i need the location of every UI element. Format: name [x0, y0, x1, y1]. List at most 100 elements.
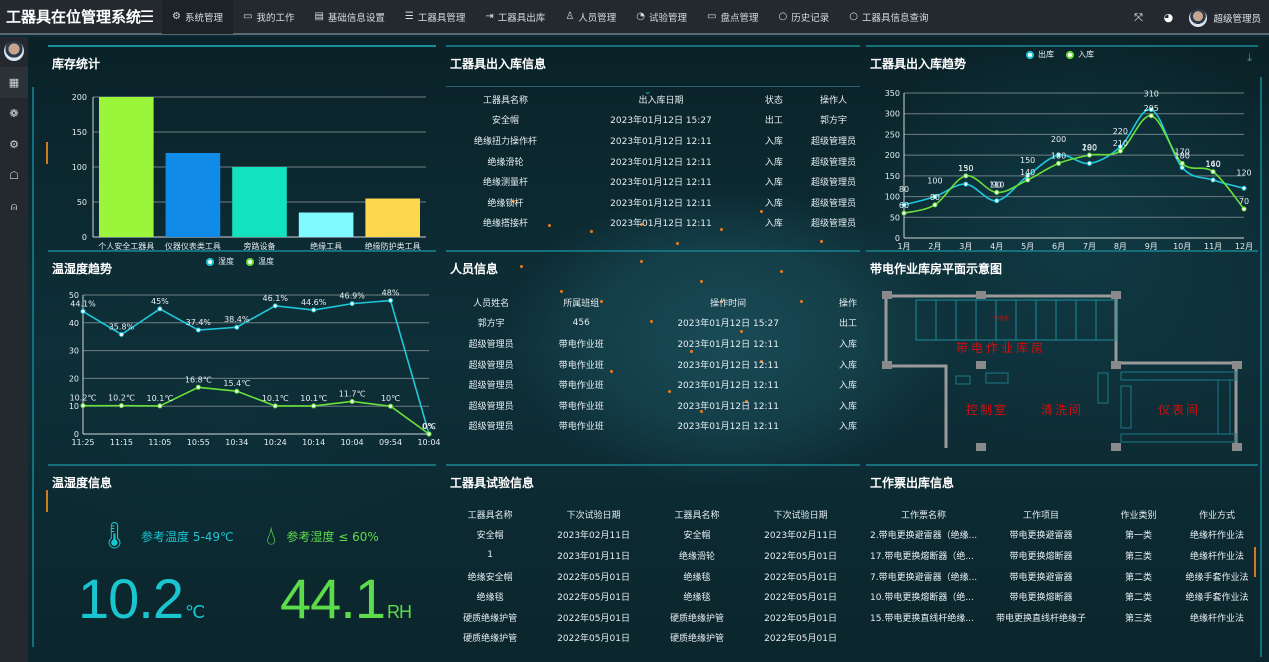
table-row[interactable]: 7.带电更换避雷器（绝缘... 带电更换避雷器 第二类 绝缘手套作业法 — [866, 566, 1258, 587]
user-name: 超级管理员 — [1213, 13, 1261, 25]
data-point — [994, 198, 1000, 204]
user-menu[interactable]: 超级管理员 — [1183, 8, 1269, 27]
column-header: 工器具名称 — [467, 510, 513, 521]
table-cell: 2023年01月11日 — [557, 551, 630, 562]
nav-label: 人员管理 — [578, 12, 617, 24]
user-card-icon[interactable]: ⍝ — [0, 191, 28, 222]
data-label: 10.1℃ — [146, 394, 173, 403]
table-row[interactable]: 超级管理员 带电作业班 2023年01月12日 12:11 入库 — [446, 374, 866, 395]
cabinet-slot — [955, 299, 977, 341]
nav-item-9[interactable]: ○ 工器具信息查询 — [839, 0, 938, 34]
series-line-温度 — [83, 386, 430, 435]
data-point — [349, 398, 355, 404]
nav-label: 工器具信息查询 — [862, 12, 929, 24]
data-point — [1210, 169, 1216, 175]
io-table: 工器具名称 出入库日期 状态 操作人 安全帽 2023年01月12日 15:27 出工 郭方宇… — [446, 89, 876, 233]
humidity-trend-panel: 温湿度趋势 湿度 温度 0 10 20 30 40 50 11:25 11:15 11:05 10:… — [48, 250, 441, 450]
table-row[interactable]: 绝缘搭接杆 2023年01月12日 12:11 入库 超级管理员 — [446, 213, 876, 234]
nav-item-3[interactable]: ☰ 工器具管理 — [395, 0, 475, 34]
table-cell: 7.带电更换避雷器（绝缘... — [870, 572, 978, 583]
data-label: 180 — [1051, 151, 1066, 160]
bar — [298, 212, 354, 237]
data-label: 48% — [382, 289, 400, 298]
table-row[interactable]: 硬质绝缘护管 2022年05月01日 硬质绝缘护管 2022年05月01日 — [446, 607, 860, 628]
hamburger-icon[interactable]: ☰ — [132, 7, 162, 26]
nav-item-6[interactable]: ◔ 试验管理 — [626, 0, 697, 34]
data-point — [234, 388, 240, 394]
gear-icon[interactable]: ⚙ — [0, 129, 28, 160]
table-row[interactable]: 超级管理员 带电作业班 2023年01月12日 12:11 入库 — [446, 395, 866, 416]
data-point — [1086, 152, 1092, 158]
table-row[interactable]: 郭方宇 456 2023年01月12日 15:27 出工 — [446, 313, 866, 334]
table-cell: 10.带电更换熔断器（绝... — [870, 593, 974, 604]
table-row[interactable]: 超级管理员 带电作业班 2023年01月12日 12:11 入库 — [446, 416, 866, 437]
sidebar-avatar[interactable] — [4, 41, 24, 61]
table-cell: 第一类 — [1124, 531, 1152, 542]
nav-item-7[interactable]: ▭ 盘点管理 — [697, 0, 768, 34]
table-cell: 安全帽 — [476, 531, 504, 542]
table-cell: 绝缘扭力操作杆 — [474, 136, 538, 147]
table-row[interactable]: 绝缘测量杆 2023年01月12日 12:11 入库 超级管理员 — [446, 171, 876, 192]
humidity-unit: RH — [387, 602, 412, 622]
data-label: 38.4% — [224, 315, 250, 324]
table-row[interactable]: 安全帽 2023年01月12日 15:27 出工 郭方宇 — [446, 110, 876, 131]
nav-item-5[interactable]: ♙ 人员管理 — [555, 0, 626, 34]
fullscreen-icon[interactable]: ⤧ — [1123, 11, 1153, 25]
data-label: 295 — [1144, 104, 1159, 113]
table-cell: 超级管理员 — [468, 401, 514, 412]
table-row[interactable]: 绝缘安全帽 2022年05月01日 绝缘毯 2022年05月01日 — [446, 566, 860, 587]
table-cell: 2022年05月01日 — [557, 572, 630, 583]
table-cell: 入库 — [764, 219, 783, 230]
floorplan: 智能柜 带电作业库房 控制室 清洗间 仪表间 — [882, 291, 1242, 451]
table-row[interactable]: 绝缘毯 2022年05月01日 绝缘毯 2022年05月01日 — [446, 586, 860, 607]
panel-title: 工器具出入库信息 — [450, 57, 547, 71]
data-point — [349, 301, 355, 307]
dashboard: 库存统计 0 50 100 150 200 个人安全工器具 仪器仪表类工具 旁路设备 绝缘工具绝… — [28, 37, 1269, 662]
table-row[interactable]: 绝缘扭力操作杆 2023年01月12日 12:11 入库 超级管理员 — [446, 130, 876, 151]
y-tick-label: 40 — [69, 319, 79, 328]
nav-label: 历史记录 — [791, 12, 830, 24]
table-row[interactable]: 10.带电更换熔断器（绝... 带电更换熔断器 第二类 绝缘手套作业法 — [866, 586, 1258, 607]
table-row[interactable]: 硬质绝缘护管 2022年05月01日 硬质绝缘护管 2022年05月01日 — [446, 628, 860, 649]
column-header: 操作 — [838, 298, 857, 309]
table-row[interactable]: 绝缘滑轮 2023年01月12日 12:11 入库 超级管理员 — [446, 151, 876, 172]
table-row[interactable]: 17.带电更换熔断器（绝... 带电更换熔断器 第三类 绝缘杆作业法 — [866, 545, 1258, 566]
main-nav: ⚙ 系统管理 ▭ 我的工作 ▤ 基础信息设置 ☰ 工器具管理 ⇥ 工器具出库 ♙ 人员管理 ◔ 试验管理 ▭… — [162, 0, 939, 34]
table-cell: 绝缘杆作业法 — [1189, 531, 1244, 542]
data-point — [118, 403, 124, 409]
table-cell: 2023年01月12日 12:11 — [610, 178, 712, 189]
table-row[interactable]: 1 2023年01月11日 绝缘滑轮 2022年05月01日 — [446, 545, 860, 566]
data-label: 150 — [1020, 156, 1035, 165]
humidity-number: 44.1 — [280, 567, 386, 630]
table-cell: 带电作业班 — [558, 422, 604, 433]
table-cell: 入库 — [764, 136, 783, 147]
nav-item-8[interactable]: ○ 历史记录 — [769, 0, 840, 34]
table-row[interactable]: 超级管理员 带电作业班 2023年01月12日 12:11 入库 — [446, 354, 866, 375]
table-row[interactable]: 安全帽 2023年02月11日 安全帽 2023年02月11日 — [446, 525, 860, 546]
table-row[interactable]: 2.带电更换避雷器（绝缘... 带电更换避雷器 第一类 绝缘杆作业法 — [866, 525, 1258, 546]
table-row[interactable]: 15.带电更换直线杆绝缘... 带电更换直线杆绝缘子 第三类 绝缘杆作业法 — [866, 607, 1258, 628]
app-title: 工器具在位管理系统 — [6, 8, 142, 26]
nav-item-1[interactable]: ▭ 我的工作 — [233, 0, 304, 34]
table-row[interactable]: 绝缘锁杆 2023年01月12日 12:11 入库 超级管理员 — [446, 192, 876, 213]
series-line-入库 — [903, 114, 1245, 214]
nav-item-0[interactable]: ⚙ 系统管理 — [162, 0, 233, 34]
data-label: 0℃ — [422, 422, 436, 431]
brain-icon[interactable]: ❁ — [0, 98, 28, 129]
grid-icon[interactable]: ▦ — [0, 67, 28, 98]
nav-item-2[interactable]: ▤ 基础信息设置 — [304, 0, 394, 34]
ghost-icon[interactable]: ☖ — [0, 160, 28, 191]
data-point — [1086, 160, 1092, 166]
nav-item-4[interactable]: ⇥ 工器具出库 — [475, 0, 555, 34]
column-header: 工作项目 — [1022, 510, 1059, 521]
x-tick-label: 10:34 — [225, 438, 248, 447]
cabinet-slot — [1075, 299, 1097, 341]
temperature-number: 10.2 — [78, 567, 184, 630]
y-tick-label: 10 — [69, 402, 79, 411]
theme-icon[interactable]: ◕ — [1153, 11, 1183, 24]
column-header: 工作票名称 — [900, 510, 946, 521]
y-tick-label: 50 — [890, 213, 900, 222]
x-tick-label: 仪器仪表类工具 — [165, 241, 221, 250]
x-tick-label: 11:05 — [148, 438, 171, 447]
table-row[interactable]: 超级管理员 带电作业班 2023年01月12日 12:11 入库 — [446, 333, 866, 354]
